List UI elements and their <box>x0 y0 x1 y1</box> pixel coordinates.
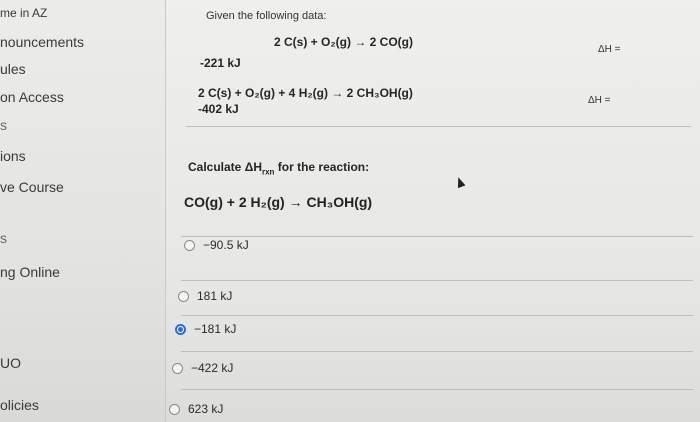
sidebar-item-policies[interactable]: olicies <box>0 397 39 413</box>
option-divider <box>181 389 693 390</box>
option-divider <box>181 351 693 352</box>
sidebar-item-discussions[interactable]: ions <box>0 148 26 164</box>
option-label: −181 kJ <box>194 322 237 336</box>
answer-option-5[interactable]: 623 kJ <box>169 400 223 418</box>
mouse-cursor-icon <box>454 175 466 189</box>
radio-selected-icon[interactable] <box>175 323 186 335</box>
sidebar-item-access[interactable]: on Access <box>0 89 64 105</box>
sidebar-item-home[interactable]: me in AZ <box>0 6 47 20</box>
target-reaction: CO(g) + 2 H₂(g) → CH₃OH(g) <box>184 194 373 210</box>
option-label: −422 kJ <box>191 361 234 375</box>
reaction-2-dh-label: ΔH = <box>588 95 611 106</box>
reaction-1-value: -221 kJ <box>200 56 241 70</box>
sidebar-item-online[interactable]: ng Online <box>0 264 60 280</box>
reaction-2-value: -402 kJ <box>198 102 239 116</box>
sidebar-item-partial-2[interactable]: s <box>0 230 7 246</box>
option-divider <box>181 315 693 316</box>
given-data-label: Given the following data: <box>206 10 327 22</box>
calculate-prompt: Calculate ΔHrxn for the reaction: <box>188 160 369 176</box>
prompt-suffix: for the reaction: <box>274 160 370 174</box>
answer-option-2[interactable]: 181 kJ <box>178 287 232 305</box>
sidebar-item-uo[interactable]: UO <box>0 355 21 371</box>
reaction-2-equation: 2 C(s) + O₂(g) + 4 H₂(g) → 2 CH₃OH(g) <box>198 86 413 100</box>
radio-icon[interactable] <box>169 403 180 415</box>
option-divider <box>181 236 693 237</box>
course-sidebar: me in AZ nouncements ules on Access s io… <box>0 0 165 422</box>
sidebar-item-partial[interactable]: s <box>0 117 7 133</box>
divider-line <box>186 126 691 127</box>
option-label: 181 kJ <box>197 289 233 303</box>
reaction-1-equation: 2 C(s) + O₂(g) → 2 CO(g) <box>274 35 414 49</box>
sidebar-item-announcements[interactable]: nouncements <box>0 34 84 50</box>
radio-icon[interactable] <box>184 239 195 251</box>
option-label: 623 kJ <box>188 402 224 416</box>
prompt-subscript: rxn <box>261 167 275 177</box>
answer-option-3[interactable]: −181 kJ <box>175 320 236 338</box>
option-divider <box>181 280 693 281</box>
sidebar-item-course[interactable]: ve Course <box>0 179 64 195</box>
option-label: −90.5 kJ <box>203 238 249 252</box>
answer-option-1[interactable]: −90.5 kJ <box>184 236 249 254</box>
quiz-question-panel: Given the following data: 2 C(s) + O₂(g)… <box>166 0 700 422</box>
reaction-1-dh-label: ΔH = <box>598 44 621 55</box>
prompt-prefix: Calculate ΔH <box>188 160 262 174</box>
answer-option-4[interactable]: −422 kJ <box>172 359 233 377</box>
sidebar-item-modules[interactable]: ules <box>0 61 26 77</box>
radio-icon[interactable] <box>178 290 189 302</box>
radio-icon[interactable] <box>172 362 183 374</box>
